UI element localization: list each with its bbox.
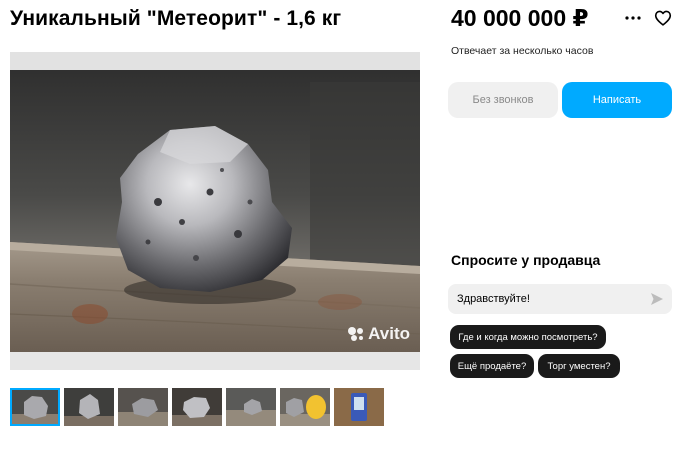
no-calls-button[interactable]: Без звонков xyxy=(448,82,558,118)
thumbnail-2[interactable] xyxy=(64,388,114,426)
avito-watermark: Avito xyxy=(347,324,410,344)
thumbnail-4[interactable] xyxy=(172,388,222,426)
send-icon[interactable] xyxy=(650,292,664,306)
thumbnail-3[interactable] xyxy=(118,388,168,426)
avito-watermark-text: Avito xyxy=(368,324,410,343)
message-input[interactable] xyxy=(457,284,637,314)
main-photo[interactable]: Avito xyxy=(10,52,420,370)
quick-question-chip[interactable]: Ещё продаёте? xyxy=(450,354,534,378)
ask-seller-title: Спросите у продавца xyxy=(451,252,601,268)
thumbnail-strip xyxy=(10,388,384,426)
listing-title: Уникальный "Метеорит" - 1,6 кг xyxy=(10,7,342,30)
listing-price: 40 000 000 ₽ xyxy=(451,5,589,31)
write-message-button[interactable]: Написать xyxy=(562,82,672,118)
thumbnail-5[interactable] xyxy=(226,388,276,426)
heart-icon[interactable] xyxy=(652,7,674,29)
quick-question-chip[interactable]: Где и когда можно посмотреть? xyxy=(450,325,606,349)
more-icon[interactable] xyxy=(622,8,644,28)
thumbnail-1[interactable] xyxy=(10,388,60,426)
quick-question-chip[interactable]: Торг уместен? xyxy=(538,354,620,378)
thumbnail-7[interactable] xyxy=(334,388,384,426)
thumbnail-6[interactable] xyxy=(280,388,330,426)
reply-time-text: Отвечает за несколько часов xyxy=(451,45,594,57)
avito-logo-icon xyxy=(348,327,364,341)
meteorite-photo xyxy=(10,52,420,370)
message-box xyxy=(448,284,672,314)
